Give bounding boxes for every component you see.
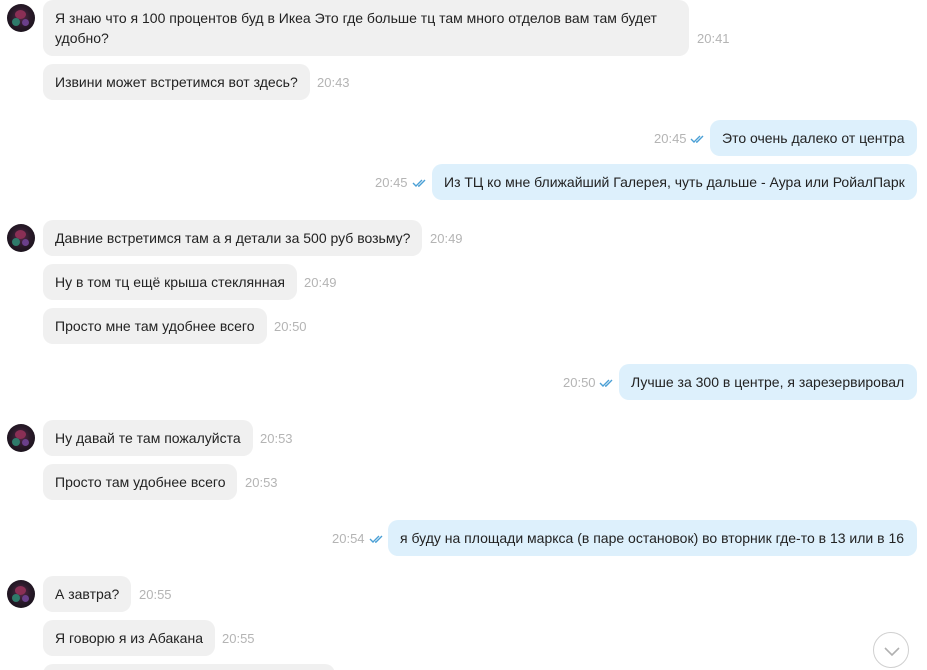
message-text: А завтра?: [55, 586, 120, 602]
message-text: Я знаю что я 100 процентов буд в Икеа Эт…: [55, 10, 657, 46]
message-time: 20:45: [375, 175, 408, 190]
message-text: Просто мне там удобнее всего: [55, 318, 255, 334]
message-text: Просто там удобнее всего: [55, 474, 226, 490]
message-bubble-incoming[interactable]: Я говорю я из Абакана: [43, 620, 215, 656]
chat-messages-area[interactable]: Я знаю что я 100 процентов буд в Икеа Эт…: [0, 0, 927, 670]
message-bubble-incoming[interactable]: Давние встретимся там а я детали за 500 …: [43, 220, 423, 256]
message-bubble-incoming[interactable]: Я знаю что я 100 процентов буд в Икеа Эт…: [43, 0, 689, 56]
message-bubble-incoming[interactable]: Просто там удобнее всего: [43, 464, 238, 500]
message-text: Давние встретимся там а я детали за 500 …: [55, 230, 411, 246]
message-bubble-incoming[interactable]: [43, 664, 335, 670]
message-time: 20:53: [260, 431, 293, 446]
contact-avatar[interactable]: [7, 224, 35, 252]
message-bubble-incoming[interactable]: Ну давай те там пожалуйста: [43, 420, 253, 456]
message-bubble-outgoing[interactable]: Это очень далеко от центра: [710, 120, 917, 156]
double-check-icon: [412, 179, 426, 187]
message-time: 20:55: [222, 631, 255, 646]
message-text: Я говорю я из Абакана: [55, 630, 203, 646]
message-time: 20:55: [139, 587, 172, 602]
contact-avatar[interactable]: [7, 424, 35, 452]
message-time: 20:49: [304, 275, 337, 290]
message-text: я буду на площади маркса (в паре останов…: [400, 530, 905, 546]
message-time: 20:50: [274, 319, 307, 334]
message-time: 20:49: [430, 231, 463, 246]
message-text: Ну давай те там пожалуйста: [55, 430, 241, 446]
message-text: Ну в том тц ещё крыша стеклянная: [55, 274, 285, 290]
message-bubble-incoming[interactable]: Извини может встретимся вот здесь?: [43, 64, 310, 100]
message-bubble-outgoing[interactable]: Из ТЦ ко мне ближайший Галерея, чуть дал…: [432, 164, 917, 200]
message-bubble-outgoing[interactable]: я буду на площади маркса (в паре останов…: [388, 520, 917, 556]
contact-avatar[interactable]: [7, 580, 35, 608]
message-bubble-outgoing[interactable]: Лучше за 300 в центре, я зарезервировал: [619, 364, 917, 400]
double-check-icon: [599, 379, 613, 387]
double-check-icon: [690, 135, 704, 143]
message-text: Из ТЦ ко мне ближайший Галерея, чуть дал…: [444, 174, 905, 190]
message-time: 20:53: [245, 475, 278, 490]
message-text: Лучше за 300 в центре, я зарезервировал: [631, 374, 905, 390]
message-time: 20:41: [697, 31, 730, 46]
message-bubble-incoming[interactable]: А завтра?: [43, 576, 132, 612]
message-text: Извини может встретимся вот здесь?: [55, 74, 298, 90]
message-time: 20:43: [317, 75, 350, 90]
double-check-icon: [369, 535, 383, 543]
message-time: 20:50: [563, 375, 596, 390]
message-text: Это очень далеко от центра: [722, 130, 905, 146]
message-time: 20:54: [332, 531, 365, 546]
message-bubble-incoming[interactable]: Ну в том тц ещё крыша стеклянная: [43, 264, 297, 300]
message-time: 20:45: [654, 131, 687, 146]
chevron-down-icon: [884, 647, 900, 657]
scroll-to-bottom-button[interactable]: [873, 632, 909, 668]
contact-avatar[interactable]: [7, 4, 35, 32]
message-bubble-incoming[interactable]: Просто мне там удобнее всего: [43, 308, 267, 344]
